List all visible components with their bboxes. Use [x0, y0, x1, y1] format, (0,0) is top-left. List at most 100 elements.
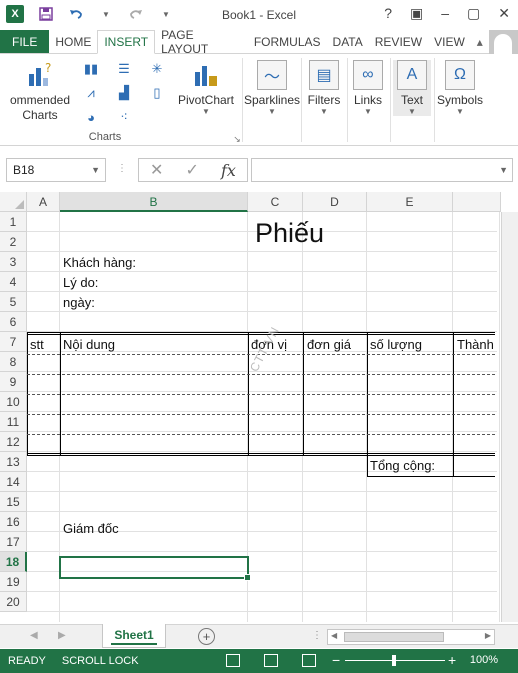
row-header-15[interactable]: 15 — [0, 492, 27, 512]
tab-data[interactable]: DATA — [327, 30, 369, 53]
pivotchart-dropdown-icon: ▼ — [202, 107, 210, 116]
row-header-18[interactable]: 18 — [0, 552, 27, 572]
links-button[interactable]: ∞ Links ▼ — [350, 60, 386, 116]
row-header-4[interactable]: 4 — [0, 272, 27, 292]
bar-chart-icon[interactable]: ☰ — [113, 60, 135, 78]
avatar[interactable] — [488, 30, 518, 54]
filters-button[interactable]: ▤ Filters ▼ — [304, 60, 344, 116]
combo-chart-icon[interactable]: ▯ — [146, 84, 168, 102]
zoom-in-icon[interactable]: + — [448, 652, 456, 668]
expand-formula-bar-icon[interactable]: ▼ — [499, 165, 508, 175]
area-chart-icon[interactable]: ▟ — [113, 84, 135, 102]
sheet-bar-splitter-icon[interactable]: ⋮ — [312, 630, 322, 641]
tab-page-layout[interactable]: PAGE LAYOUT — [155, 28, 248, 56]
page-layout-view-icon[interactable] — [264, 654, 278, 667]
row-header-10[interactable]: 10 — [0, 392, 27, 412]
gridline-row — [27, 511, 497, 512]
table-row-divider — [27, 414, 495, 415]
column-header-f[interactable] — [453, 192, 501, 212]
ribbon-display-icon[interactable]: ▣ — [410, 5, 423, 22]
maximize-icon[interactable]: ▢ — [467, 5, 480, 22]
row-header-6[interactable]: 6 — [0, 312, 27, 332]
row-header-9[interactable]: 9 — [0, 372, 27, 392]
scroll-left-icon[interactable]: ◀ — [331, 631, 337, 640]
formula-input[interactable]: ▼ — [251, 158, 513, 182]
tab-view[interactable]: VIEW — [428, 30, 471, 53]
enter-icon[interactable]: ✓ — [186, 160, 199, 180]
scatter-chart-icon[interactable]: ⁖ — [113, 108, 135, 126]
next-sheet-icon[interactable]: ▶ — [58, 630, 66, 641]
row-header-3[interactable]: 3 — [0, 252, 27, 272]
tab-home[interactable]: HOME — [49, 30, 97, 53]
tab-formulas[interactable]: FORMULAS — [248, 30, 327, 53]
formula-bar-resize-icon[interactable]: ⋮ — [117, 163, 127, 174]
page-break-view-icon[interactable] — [302, 654, 316, 667]
gridline-row — [27, 611, 497, 612]
scroll-right-icon[interactable]: ▶ — [485, 631, 491, 640]
cancel-icon[interactable]: ✕ — [150, 160, 163, 180]
pivotchart-button[interactable]: PivotChart ▼ — [174, 60, 238, 116]
normal-view-icon[interactable] — [226, 654, 240, 667]
column-header-a[interactable]: A — [27, 192, 60, 212]
row-header-2[interactable]: 2 — [0, 232, 27, 252]
row-header-1[interactable]: 1 — [0, 212, 27, 232]
help-icon[interactable]: ? — [384, 5, 392, 22]
zoom-level[interactable]: 100% — [470, 654, 498, 666]
horizontal-scrollbar[interactable]: ◀ ▶ — [327, 629, 495, 645]
charts-dialog-launcher-icon[interactable]: ↘ — [226, 130, 248, 148]
gridline-row — [27, 551, 497, 552]
name-box[interactable]: B18 ▼ — [6, 158, 106, 182]
row-header-16[interactable]: 16 — [0, 512, 27, 532]
minimize-icon[interactable]: – — [441, 5, 449, 22]
gridline-row — [27, 491, 497, 492]
collapse-ribbon-icon[interactable]: ▴ — [471, 30, 489, 53]
close-icon[interactable]: ✕ — [498, 5, 510, 22]
tab-review[interactable]: REVIEW — [369, 30, 428, 53]
row-header-7[interactable]: 7 — [0, 332, 27, 352]
sparklines-button[interactable]: 〜 Sparklines ▼ — [244, 60, 300, 116]
tab-insert[interactable]: INSERT — [97, 30, 156, 54]
gridline-row — [27, 591, 497, 592]
radar-chart-icon[interactable]: ✳ — [146, 60, 168, 78]
line-chart-icon[interactable]: ⩘ — [80, 84, 102, 102]
recommended-charts-button[interactable]: ? ommended Charts — [4, 60, 76, 123]
header-stt: stt — [30, 337, 44, 352]
sheet-tab-sheet1[interactable]: Sheet1 — [102, 624, 166, 648]
gridline-row — [27, 371, 497, 372]
row-header-8[interactable]: 8 — [0, 352, 27, 372]
zoom-out-icon[interactable]: − — [332, 652, 340, 668]
prev-sheet-icon[interactable]: ◀ — [30, 630, 38, 641]
add-sheet-icon[interactable]: + — [198, 628, 215, 645]
text-button[interactable]: A Text ▼ — [393, 60, 431, 116]
row-header-20[interactable]: 20 — [0, 592, 27, 612]
row-header-14[interactable]: 14 — [0, 472, 27, 492]
column-header-d[interactable]: D — [303, 192, 367, 212]
select-all-button[interactable] — [0, 192, 27, 212]
symbols-button[interactable]: Ω Symbols ▼ — [436, 60, 484, 116]
active-cell[interactable] — [59, 556, 251, 581]
recommended-charts-label: ommended Charts — [9, 93, 71, 122]
column-chart-icon[interactable]: ▮▮ — [80, 60, 102, 78]
row-header-5[interactable]: 5 — [0, 292, 27, 312]
insert-function-button[interactable]: fx — [221, 161, 236, 180]
tab-file[interactable]: FILE — [0, 30, 50, 53]
column-header-e[interactable]: E — [367, 192, 453, 212]
pie-chart-icon[interactable]: ◕ — [80, 108, 102, 126]
row-header-11[interactable]: 11 — [0, 412, 27, 432]
vertical-scrollbar[interactable] — [501, 212, 518, 622]
row-header-19[interactable]: 19 — [0, 572, 27, 592]
zoom-slider-knob[interactable] — [392, 655, 396, 666]
row-header-13[interactable]: 13 — [0, 452, 27, 472]
name-box-dropdown-icon[interactable]: ▼ — [91, 165, 100, 175]
scroll-thumb[interactable] — [344, 632, 444, 642]
column-header-c[interactable]: C — [248, 192, 303, 212]
row-header-17[interactable]: 17 — [0, 532, 27, 552]
filters-dropdown-icon: ▼ — [320, 107, 328, 116]
worksheet-grid[interactable]: ABCDE 1 2 3 4 5 6 7 8 9 10 11 12 13 14 15 16 17 18 19 20 Ph… — [0, 192, 518, 622]
column-header-b[interactable]: B — [60, 192, 248, 212]
row-header-12[interactable]: 12 — [0, 432, 27, 452]
pivotchart-icon — [191, 60, 221, 90]
symbols-icon: Ω — [445, 60, 475, 90]
gridline-row — [27, 431, 497, 432]
header-thanh: Thành — [457, 337, 494, 352]
